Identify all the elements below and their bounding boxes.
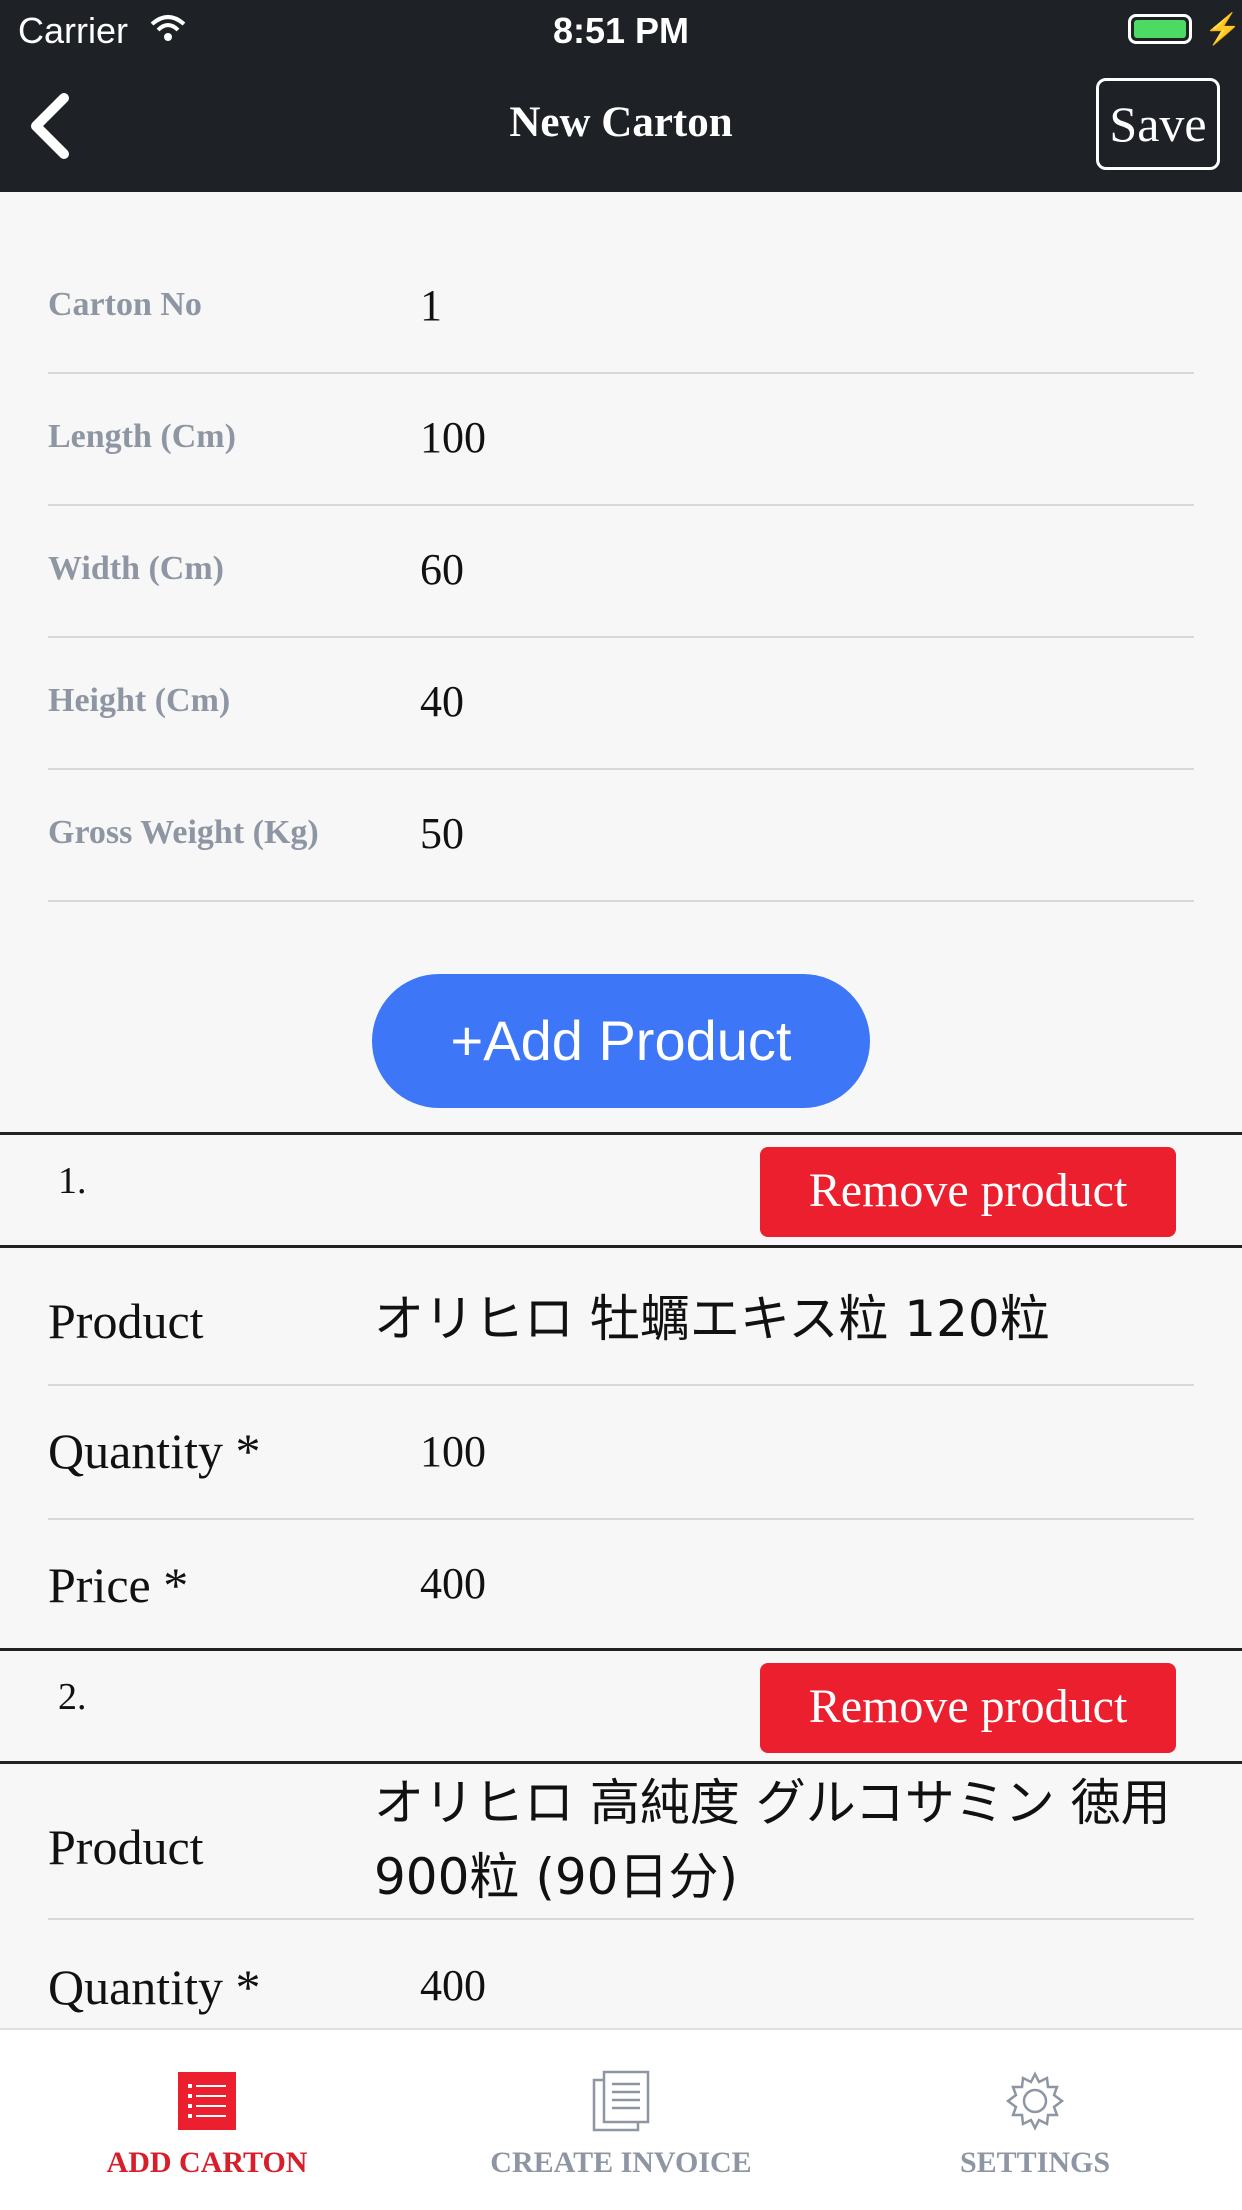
carton-no-label: Carton No <box>48 286 202 323</box>
tab-add-carton[interactable]: ADD CARTON <box>0 2030 414 2210</box>
gear-icon <box>1005 2071 1065 2131</box>
tab-settings[interactable]: SETTINGS <box>828 2030 1242 2210</box>
quantity-label: Quantity * <box>48 1959 261 2015</box>
price-row[interactable]: Price * 400 <box>48 1518 1194 1648</box>
price-label: Price * <box>48 1557 189 1613</box>
quantity-field[interactable]: 400 <box>420 1960 486 2011</box>
gross-weight-field[interactable]: 50 <box>420 808 464 859</box>
tab-label: ADD CARTON <box>106 2146 308 2179</box>
charging-icon: ⚡ <box>1204 13 1242 46</box>
tab-label: CREATE INVOICE <box>490 2146 752 2179</box>
gross-weight-label: Gross Weight (Kg) <box>48 814 319 851</box>
product-row[interactable]: Product オリヒロ 牡蠣エキス粒 120粒 <box>48 1252 1194 1386</box>
price-field[interactable]: 400 <box>420 1558 486 1609</box>
product-header: 2. Remove product <box>0 1648 1242 1764</box>
quantity-label: Quantity * <box>48 1423 261 1479</box>
product-number: 1. <box>58 1160 87 1202</box>
width-row[interactable]: Width (Cm) 60 <box>48 504 1194 638</box>
battery-icon <box>1128 14 1192 44</box>
product-label: Product <box>48 1819 204 1875</box>
height-field[interactable]: 40 <box>420 676 464 727</box>
remove-product-button[interactable]: Remove product <box>760 1147 1176 1237</box>
status-bar: Carrier 8:51 PM ⚡ <box>0 0 1242 60</box>
quantity-row[interactable]: Quantity * 400 <box>48 1920 1194 2028</box>
product-number: 2. <box>58 1676 87 1718</box>
save-button[interactable]: Save <box>1096 78 1220 170</box>
tab-bar: ADD CARTON CREATE INVOICE SETTINGS <box>0 2028 1242 2210</box>
height-label: Height (Cm) <box>48 682 231 719</box>
add-product-button[interactable]: +Add Product <box>372 974 870 1108</box>
carton-no-field[interactable]: 1 <box>420 280 442 331</box>
product-name[interactable]: オリヒロ 牡蠣エキス粒 120粒 <box>374 1282 1050 1356</box>
width-field[interactable]: 60 <box>420 544 464 595</box>
quantity-field[interactable]: 100 <box>420 1426 486 1477</box>
product-name[interactable]: オリヒロ 高純度 グルコサミン 徳用 900粒 (90日分) <box>374 1766 1194 1914</box>
status-time: 8:51 PM <box>552 10 690 51</box>
product-row[interactable]: Product オリヒロ 高純度 グルコサミン 徳用 900粒 (90日分) <box>48 1768 1194 1920</box>
remove-product-button[interactable]: Remove product <box>760 1663 1176 1753</box>
page-title: New Carton <box>509 99 733 146</box>
carton-no-row[interactable]: Carton No 1 <box>48 240 1194 374</box>
product-header: 1. Remove product <box>0 1132 1242 1248</box>
list-icon <box>178 2072 236 2130</box>
tab-create-invoice[interactable]: CREATE INVOICE <box>414 2030 828 2210</box>
length-row[interactable]: Length (Cm) 100 <box>48 372 1194 506</box>
width-label: Width (Cm) <box>48 550 224 587</box>
tab-label: SETTINGS <box>959 2146 1111 2179</box>
document-icon <box>592 2070 650 2132</box>
quantity-row[interactable]: Quantity * 100 <box>48 1386 1194 1520</box>
gross-weight-row[interactable]: Gross Weight (Kg) 50 <box>48 768 1194 902</box>
length-field[interactable]: 100 <box>420 412 486 463</box>
length-label: Length (Cm) <box>48 418 236 455</box>
height-row[interactable]: Height (Cm) 40 <box>48 636 1194 770</box>
product-label: Product <box>48 1293 204 1349</box>
navigation-bar: New Carton Save <box>0 60 1242 192</box>
